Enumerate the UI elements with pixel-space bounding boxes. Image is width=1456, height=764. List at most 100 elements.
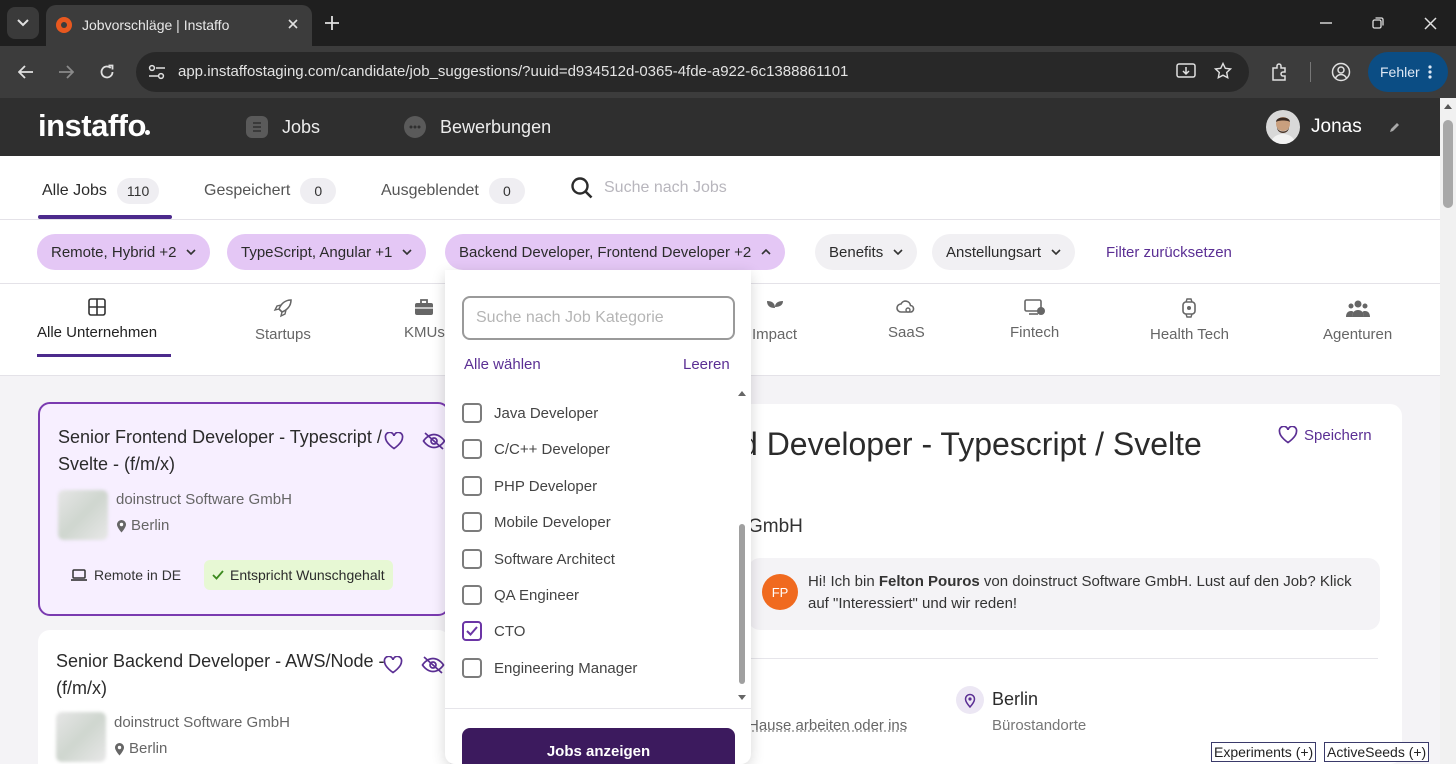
install-app-icon[interactable] [1176,63,1196,81]
scroll-down-arrow-icon[interactable] [737,694,747,701]
filter-job-category[interactable]: Backend Developer, Frontend Developer +2 [445,234,786,270]
category-fintech[interactable]: Fintech [1010,298,1059,341]
show-jobs-button[interactable]: Jobs anzeigen [462,728,735,764]
job-category-search-input[interactable] [462,296,735,340]
category-saas[interactable]: SaaS [888,298,925,341]
nav-jobs-label: Jobs [282,116,321,137]
option-label: Software Architect [494,550,615,568]
clear-selection-link[interactable]: Leeren [683,356,730,373]
tab-label: Gespeichert [204,182,291,199]
save-job-button[interactable]: Speichern [1278,426,1372,444]
bookmark-star-icon[interactable] [1214,62,1232,80]
user-avatar[interactable] [1266,110,1300,144]
category-option-qa-engineer[interactable]: QA Engineer [462,581,579,609]
filter-skills[interactable]: TypeScript, Angular +1 [227,234,427,270]
category-impact[interactable]: Impact [752,298,797,343]
remote-label: Remote in DE [94,567,182,583]
option-label: CTO [494,622,526,640]
browser-tab[interactable]: Jobvorschläge | Instaffo [46,5,312,46]
salary-match-badge: Entspricht Wunschgehalt [204,560,393,590]
category-label: Alle Unternehmen [37,324,158,341]
checkbox[interactable] [462,476,482,496]
tab-alle-jobs[interactable]: Alle Jobs 110 [42,178,160,204]
category-option-java-developer[interactable]: Java Developer [462,399,598,427]
scroll-up-arrow-icon[interactable] [737,390,747,397]
detail-divider [748,658,1378,659]
category-option-cto[interactable]: CTO [462,617,525,645]
job-search [570,176,904,200]
checkbox[interactable] [462,585,482,605]
site-settings-icon[interactable] [148,64,166,80]
dropdown-scroll-thumb[interactable] [739,524,745,684]
dropdown-scrollbar[interactable] [737,386,747,708]
new-tab-button[interactable] [320,11,344,35]
profile-icon[interactable] [1331,62,1351,82]
checkbox-checked[interactable] [462,621,482,641]
tab-ausgeblendet[interactable]: Ausgeblendet 0 [381,178,525,204]
job-card[interactable]: Senior Backend Developer - AWS/Node - (f… [38,630,450,764]
checkbox[interactable] [462,439,482,459]
category-option-mobile-developer[interactable]: Mobile Developer [462,508,611,536]
nav-bewerbungen[interactable]: Bewerbungen [404,98,551,156]
detail-city: Berlin [992,689,1039,709]
category-label: Impact [752,326,798,343]
category-health-tech[interactable]: Health Tech [1150,298,1229,343]
extensions-puzzle-icon[interactable] [1270,62,1290,82]
url-text[interactable]: app.instaffostaging.com/candidate/job_su… [178,63,848,80]
window-close-button[interactable] [1418,11,1442,35]
category-option-php-developer[interactable]: PHP Developer [462,472,597,500]
remote-badge: Remote in DE [62,560,189,590]
job-title[interactable]: Senior Frontend Developer - Typescript /… [58,424,388,478]
tab-close-button[interactable] [282,13,304,35]
nav-jobs[interactable]: Jobs [246,98,320,156]
checkbox[interactable] [462,512,482,532]
location-pin-icon [115,742,124,755]
option-label: PHP Developer [494,477,598,495]
user-name[interactable]: Jonas [1311,116,1362,138]
page-scroll-thumb[interactable] [1443,120,1453,208]
category-option-cpp-developer[interactable]: C/C++ Developer [462,435,610,463]
back-button[interactable] [14,60,38,84]
checkbox[interactable] [462,403,482,423]
category-kmus[interactable]: KMUs [404,298,445,341]
category-agenturen[interactable]: Agenturen [1323,298,1392,343]
category-option-engineering-manager[interactable]: Engineering Manager [462,654,637,682]
job-search-input[interactable] [604,179,904,197]
profile-error-button[interactable]: Fehler [1368,52,1448,92]
eye-off-icon[interactable] [422,432,446,450]
experiments-debug-button[interactable]: Experiments (+) [1211,742,1317,762]
option-label: Java Developer [494,404,599,422]
tab-gespeichert[interactable]: Gespeichert 0 [204,178,337,204]
eye-off-icon[interactable] [421,656,445,674]
reset-filters-link[interactable]: Filter zurücksetzen [1106,244,1232,261]
job-card[interactable]: Senior Frontend Developer - Typescript /… [38,402,450,616]
category-alle-unternehmen[interactable]: Alle Unternehmen [37,298,157,341]
forward-button[interactable] [54,60,78,84]
scroll-up-arrow-icon[interactable] [1444,103,1452,109]
reload-button[interactable] [95,60,119,84]
minimize-button[interactable] [1314,11,1338,35]
address-bar[interactable]: app.instaffostaging.com/candidate/job_su… [136,52,1249,92]
filter-label: Anstellungsart [946,243,1042,261]
checkbox[interactable] [462,549,482,569]
work-mode-text[interactable]: Hause arbeiten oder ins [748,717,907,734]
pencil-icon[interactable] [1388,122,1400,134]
category-startups[interactable]: Startups [255,298,311,343]
checkbox[interactable] [462,658,482,678]
heart-icon [1278,426,1298,444]
category-option-software-architect[interactable]: Software Architect [462,545,615,573]
filter-employment-type[interactable]: Anstellungsart [932,234,1076,270]
detail-company-name[interactable]: GmbH [748,516,803,538]
active-seeds-debug-button[interactable]: ActiveSeeds (+) [1324,742,1430,762]
page-scrollbar[interactable] [1440,98,1456,764]
select-all-link[interactable]: Alle wählen [464,356,541,373]
job-title[interactable]: Senior Backend Developer - AWS/Node - (f… [56,648,386,702]
filter-benefits[interactable]: Benefits [815,234,918,270]
instaffo-favicon-icon [56,17,72,33]
restore-button[interactable] [1366,11,1390,35]
filter-location[interactable]: Remote, Hybrid +2 [37,234,211,270]
instaffo-logo[interactable]: instaffo [38,108,150,144]
heart-icon[interactable] [383,656,403,674]
heart-icon[interactable] [384,432,404,450]
tab-search-button[interactable] [7,7,39,39]
